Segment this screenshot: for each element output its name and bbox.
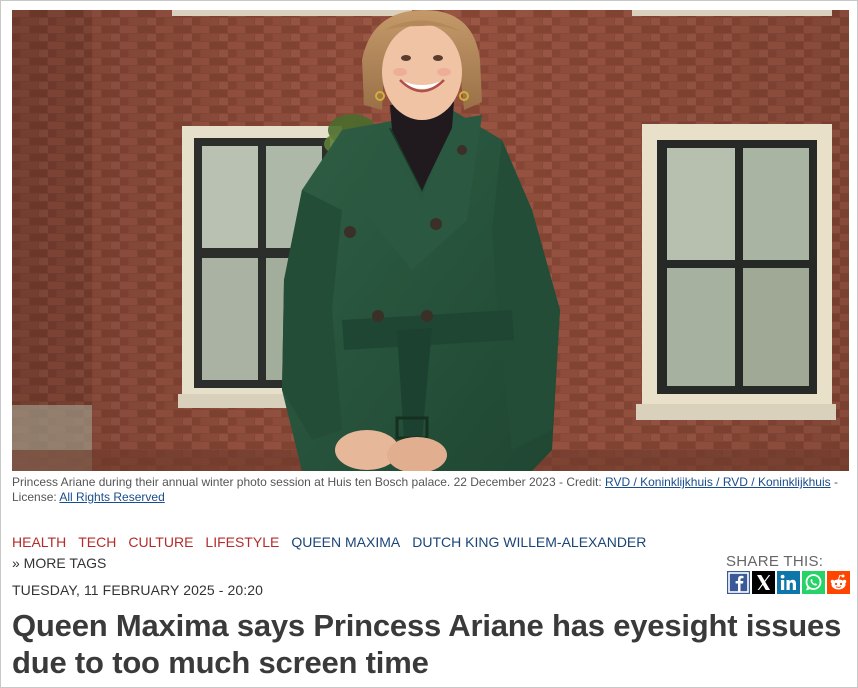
license-label: License: — [12, 490, 60, 504]
article-photo — [12, 10, 849, 471]
tag-tech[interactable]: TECH — [78, 533, 116, 551]
article-date: TUESDAY, 11 FEBRUARY 2025 - 20:20 — [12, 582, 264, 598]
article-headline: Queen Maxima says Princess Ariane has ey… — [12, 608, 842, 680]
whatsapp-icon — [805, 574, 822, 591]
tag-queen-maxima[interactable]: QUEEN MAXIMA — [291, 533, 400, 551]
caption-separator: - — [830, 475, 838, 489]
x-icon — [757, 575, 771, 590]
more-tags-link[interactable]: » MORE TAGS — [12, 554, 106, 572]
facebook-icon — [728, 572, 749, 593]
reddit-icon — [830, 574, 847, 590]
share-reddit-button[interactable] — [827, 571, 850, 594]
share-whatsapp-button[interactable] — [802, 571, 825, 594]
tag-list: HEALTH TECH CULTURE LIFESTYLE QUEEN MAXIMA DU… — [12, 533, 712, 551]
credit-link[interactable]: RVD / Koninklijkhuis / RVD / Koninklijkh… — [605, 475, 831, 489]
linkedin-icon — [780, 574, 796, 590]
tag-health[interactable]: HEALTH — [12, 533, 66, 551]
tag-lifestyle[interactable]: LIFESTYLE — [205, 533, 279, 551]
tag-culture[interactable]: CULTURE — [128, 533, 193, 551]
tag-dutch-king[interactable]: DUTCH KING WILLEM-ALEXANDER — [412, 533, 646, 551]
share-facebook-button[interactable] — [727, 571, 750, 594]
share-buttons — [727, 571, 850, 594]
share-linkedin-button[interactable] — [777, 571, 800, 594]
share-label: SHARE THIS: — [726, 553, 824, 570]
share-x-button[interactable] — [752, 571, 775, 594]
photo-caption: Princess Ariane during their annual wint… — [12, 475, 846, 505]
license-link[interactable]: All Rights Reserved — [59, 490, 164, 504]
caption-text: Princess Ariane during their annual wint… — [12, 475, 605, 489]
